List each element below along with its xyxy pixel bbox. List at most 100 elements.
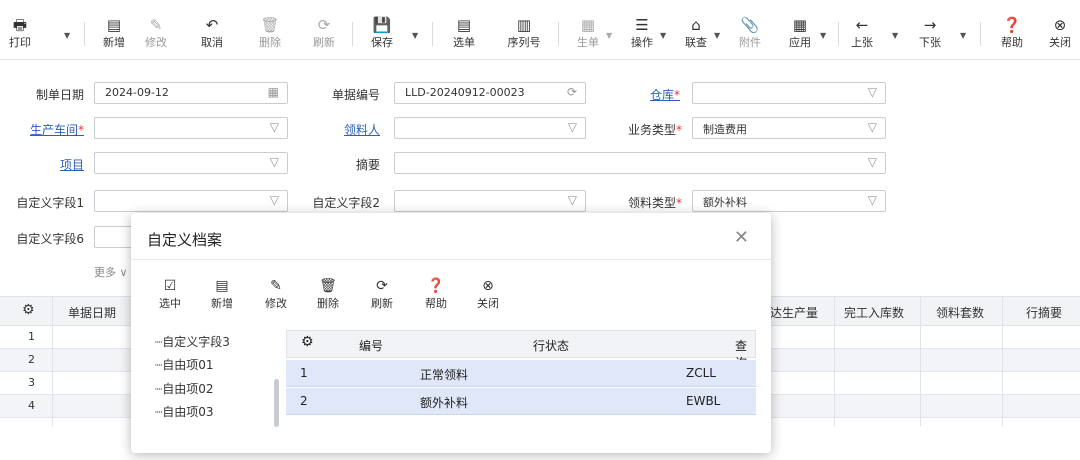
picker-label[interactable]: 领料人	[300, 121, 380, 138]
calendar-icon[interactable]: ▦	[268, 85, 279, 99]
next-record-button[interactable]: → 下张	[914, 16, 946, 50]
custom1-field[interactable]: ▽	[94, 190, 288, 212]
filter-icon[interactable]: ▽	[868, 120, 877, 134]
filter-icon[interactable]: ▽	[270, 155, 279, 169]
custom1-label: 自定义字段1	[16, 196, 84, 210]
archive-col-number[interactable]: 编号	[359, 337, 383, 354]
checkbox-icon: ☑	[163, 278, 177, 294]
delete-button[interactable]: 🗑 删除	[254, 16, 286, 50]
toolbar-divider	[980, 22, 981, 46]
filter-icon[interactable]: ▽	[868, 193, 877, 207]
serial-number-button[interactable]: ▥ 序列号	[502, 16, 546, 50]
operate-dropdown-icon[interactable]: ▼	[660, 31, 666, 40]
docno-field[interactable]: LLD-20240912-00023 ⟳	[394, 82, 586, 104]
dialog-close-icon[interactable]: ✕	[734, 227, 749, 248]
warehouse-label[interactable]: 仓库*	[620, 86, 680, 103]
biztype-field[interactable]: 制造费用 ▽	[692, 117, 886, 139]
help-icon: ❓	[427, 278, 445, 294]
grid-divider	[52, 296, 53, 426]
grid-divider	[834, 296, 835, 426]
custom2-field[interactable]: ▽	[394, 190, 586, 212]
refresh-icon: ⟳	[376, 278, 388, 294]
tree-item[interactable]: ┈自由项03	[155, 403, 214, 420]
picktype-field[interactable]: 额外补料 ▽	[692, 190, 886, 212]
toolbar-divider	[838, 22, 839, 46]
select-doc-button[interactable]: ▤ 选单	[446, 16, 482, 50]
floppy-icon: 💾	[372, 16, 392, 34]
column-settings-icon[interactable]: ⚙	[22, 302, 35, 318]
refresh-button[interactable]: ⟳ 刷新	[308, 16, 340, 50]
dialog-delete-button[interactable]: 🗑 删除	[313, 277, 343, 311]
next-dropdown-icon[interactable]: ▼	[960, 31, 966, 40]
tree-scrollbar[interactable]	[274, 379, 279, 427]
new-button[interactable]: ▤ 新增	[98, 16, 130, 50]
print-button[interactable]: 🖶 打印	[8, 16, 32, 50]
grid-col-memo[interactable]: 行摘要	[1026, 304, 1062, 321]
arrow-left-icon: ←	[855, 16, 869, 34]
grid-col-sets[interactable]: 领料套数	[936, 304, 984, 321]
query-button[interactable]: ⌂ 联查	[680, 16, 712, 50]
query-dropdown-icon[interactable]: ▼	[714, 31, 720, 40]
date-label: 制单日期	[35, 88, 84, 102]
apply-icon: ▦	[792, 16, 808, 34]
prev-record-button[interactable]: ← 上张	[846, 16, 878, 50]
summary-field[interactable]: ▽	[394, 152, 886, 174]
refresh-number-icon[interactable]: ⟳	[567, 85, 577, 99]
printer-icon: 🖶	[12, 16, 28, 34]
generate-doc-button[interactable]: ▦ 生单	[572, 16, 604, 50]
grid-col-output[interactable]: 达生产量	[770, 304, 818, 321]
tree-item[interactable]: ┈自由项02	[155, 380, 214, 397]
archive-col-status[interactable]: 行状态	[533, 337, 569, 354]
save-dropdown-icon[interactable]: ▼	[412, 31, 418, 40]
help-button[interactable]: ❓ 帮助	[996, 16, 1028, 50]
save-button[interactable]: 💾 保存	[366, 16, 398, 50]
main-toolbar: 🖶 打印 ▼ ▤ 新增 ✎ 修改 ↶ 取消 🗑 删除 ⟳ 刷新 💾 保存 ▼ ▤ 选单 ▥ 序列号…	[0, 0, 1080, 60]
custom-archive-dialog: 自定义档案 ✕ ☑ 选中 ▤ 新增 ✎ 修改 🗑 删除 ⟳ 刷新 ❓ 帮助 ⊗ 关闭 ┈自定义…	[131, 213, 771, 453]
undo-icon: ↶	[205, 16, 219, 34]
dialog-refresh-button[interactable]: ⟳ 刷新	[367, 277, 397, 311]
select-doc-icon: ▤	[456, 16, 472, 34]
dialog-select-button[interactable]: ☑ 选中	[155, 277, 185, 311]
generate-dropdown-icon[interactable]: ▼	[606, 31, 612, 40]
dialog-new-button[interactable]: ▤ 新增	[207, 277, 237, 311]
picktype-label: 领料类型*	[627, 196, 682, 210]
prev-dropdown-icon[interactable]: ▼	[892, 31, 898, 40]
warehouse-field[interactable]: ▽	[692, 82, 886, 104]
barcode-icon: ▥	[516, 16, 532, 34]
attachment-button[interactable]: 📎 附件	[734, 16, 766, 50]
close-button[interactable]: ⊗ 关闭	[1044, 16, 1076, 50]
dialog-help-button[interactable]: ❓ 帮助	[421, 277, 451, 311]
picker-field[interactable]: ▽	[394, 117, 586, 139]
archive-grid: ⚙ 编号 行状态 查询 1 正常领料 ZCLL 2 额外补料 EWBL	[286, 330, 756, 460]
cancel-button[interactable]: ↶ 取消	[196, 16, 228, 50]
refresh-icon: ⟳	[317, 16, 331, 34]
table-row[interactable]: 1 正常领料 ZCLL	[286, 360, 756, 387]
edit-button[interactable]: ✎ 修改	[140, 16, 172, 50]
grid-col-date[interactable]: 单据日期	[68, 304, 116, 321]
table-row[interactable]: 2 额外补料 EWBL	[286, 388, 756, 415]
dialog-edit-button[interactable]: ✎ 修改	[261, 277, 291, 311]
tree-item[interactable]: ┈自由项01	[155, 356, 214, 373]
filter-icon[interactable]: ▽	[868, 85, 877, 99]
workshop-field[interactable]: ▽	[94, 117, 288, 139]
operate-button[interactable]: ☰ 操作	[626, 16, 658, 50]
project-field[interactable]: ▽	[94, 152, 288, 174]
date-field[interactable]: 2024-09-12 ▦	[94, 82, 288, 104]
tree-item[interactable]: ┈自定义字段3	[155, 333, 230, 350]
workshop-label[interactable]: 生产车间*	[10, 121, 84, 138]
toolbar-divider	[84, 22, 85, 46]
filter-icon[interactable]: ▽	[568, 120, 577, 134]
dialog-close-button[interactable]: ⊗ 关闭	[473, 277, 503, 311]
print-dropdown-icon[interactable]: ▼	[64, 31, 70, 40]
filter-icon[interactable]: ▽	[868, 155, 877, 169]
filter-icon[interactable]: ▽	[568, 193, 577, 207]
toolbar-divider	[352, 22, 353, 46]
apply-button[interactable]: ▦ 应用	[784, 16, 816, 50]
apply-dropdown-icon[interactable]: ▼	[820, 31, 826, 40]
filter-icon[interactable]: ▽	[270, 193, 279, 207]
project-label[interactable]: 项目	[10, 156, 84, 173]
toolbar-divider	[432, 22, 433, 46]
filter-icon[interactable]: ▽	[270, 120, 279, 134]
grid-col-finished[interactable]: 完工入库数	[844, 304, 904, 321]
column-settings-icon[interactable]: ⚙	[301, 334, 314, 350]
